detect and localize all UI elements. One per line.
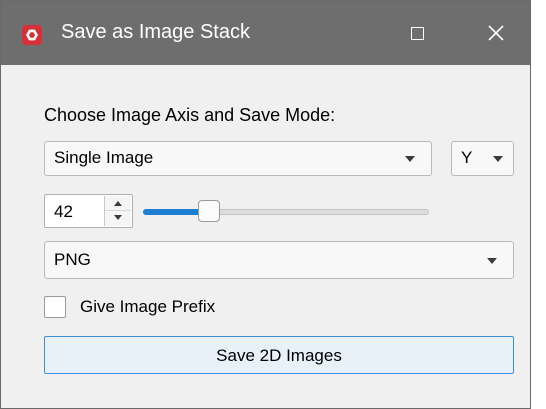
prefix-checkbox-label[interactable]: Give Image Prefix (80, 297, 215, 317)
spin-buttons (104, 196, 131, 226)
save-button-label: Save 2D Images (216, 346, 342, 365)
maximize-icon (411, 27, 424, 40)
image-format-select[interactable]: PNG (44, 241, 514, 279)
window-title: Save as Image Stack (61, 21, 250, 43)
title-bar[interactable]: Save as Image Stack (1, 1, 530, 65)
dialog-window: Save as Image Stack Choose Image Axis an… (0, 0, 531, 409)
save-mode-value: Single Image (54, 148, 154, 167)
spin-down-icon[interactable] (105, 211, 131, 226)
save-2d-images-button[interactable]: Save 2D Images (44, 336, 514, 374)
close-icon (488, 25, 504, 41)
chevron-down-icon (487, 258, 497, 264)
slice-slider[interactable] (143, 199, 429, 225)
axis-mode-heading: Choose Image Axis and Save Mode: (44, 105, 336, 125)
chevron-down-icon (493, 156, 503, 162)
spin-up-icon[interactable] (105, 196, 131, 211)
axis-value: Y (461, 148, 473, 167)
chevron-down-icon (405, 156, 415, 162)
slider-handle[interactable] (198, 200, 220, 222)
axis-select[interactable]: Y (451, 141, 514, 176)
image-format-value: PNG (54, 250, 91, 269)
slice-index-value[interactable]: 42 (54, 202, 73, 222)
maximize-button[interactable] (383, 1, 453, 65)
app-logo-icon (22, 25, 42, 45)
save-mode-select[interactable]: Single Image (44, 141, 432, 176)
slice-index-spinbox[interactable]: 42 (44, 194, 133, 228)
prefix-checkbox[interactable] (44, 296, 66, 318)
close-button[interactable] (460, 1, 530, 65)
